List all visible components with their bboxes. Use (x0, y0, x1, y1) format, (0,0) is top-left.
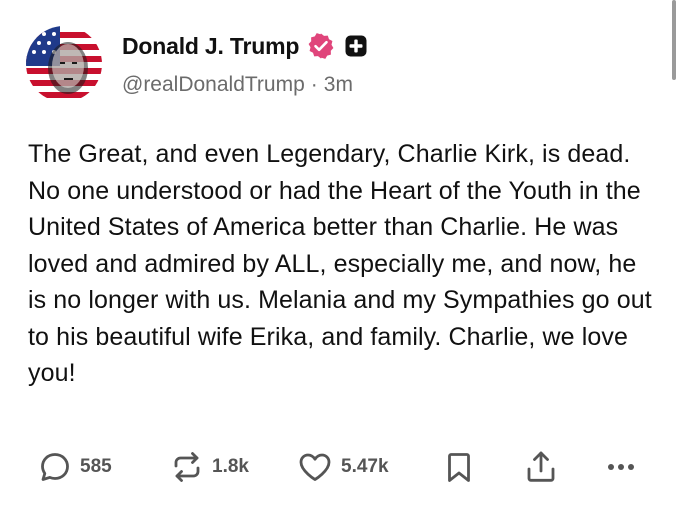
handle[interactable]: @realDonaldTrump (122, 73, 305, 96)
share-upload-icon (524, 449, 558, 485)
repost-button[interactable]: 1.8k (170, 448, 249, 486)
plus-badge-icon (345, 35, 367, 57)
repost-count: 1.8k (212, 456, 249, 477)
scrollbar[interactable] (672, 0, 676, 80)
handle-row: @realDonaldTrump · 3m (122, 73, 353, 97)
author-name-row: Donald J. Trump (122, 30, 367, 62)
post-card: Donald J. Trump @realDonaldTrump · 3m The … (0, 0, 680, 519)
repost-arrows-icon (170, 450, 204, 484)
avatar[interactable] (26, 26, 102, 102)
more-dots-icon (606, 450, 636, 484)
action-bar: 585 1.8k 5.47k (0, 448, 680, 488)
timestamp[interactable]: 3m (324, 73, 353, 96)
bookmark-icon (444, 450, 474, 484)
post-text: The Great, and even Legendary, Charlie K… (28, 140, 652, 387)
like-count: 5.47k (341, 456, 389, 477)
more-options-button[interactable] (606, 448, 636, 486)
separator: · (310, 73, 318, 96)
share-button[interactable] (524, 448, 558, 486)
bookmark-button[interactable] (444, 448, 474, 486)
like-button[interactable]: 5.47k (297, 448, 389, 486)
heart-icon (297, 450, 333, 484)
display-name[interactable]: Donald J. Trump (122, 33, 299, 60)
reply-button[interactable]: 585 (38, 448, 112, 486)
reply-count: 585 (80, 456, 112, 477)
verified-badge-icon (307, 32, 335, 60)
comment-bubble-icon (38, 450, 72, 484)
